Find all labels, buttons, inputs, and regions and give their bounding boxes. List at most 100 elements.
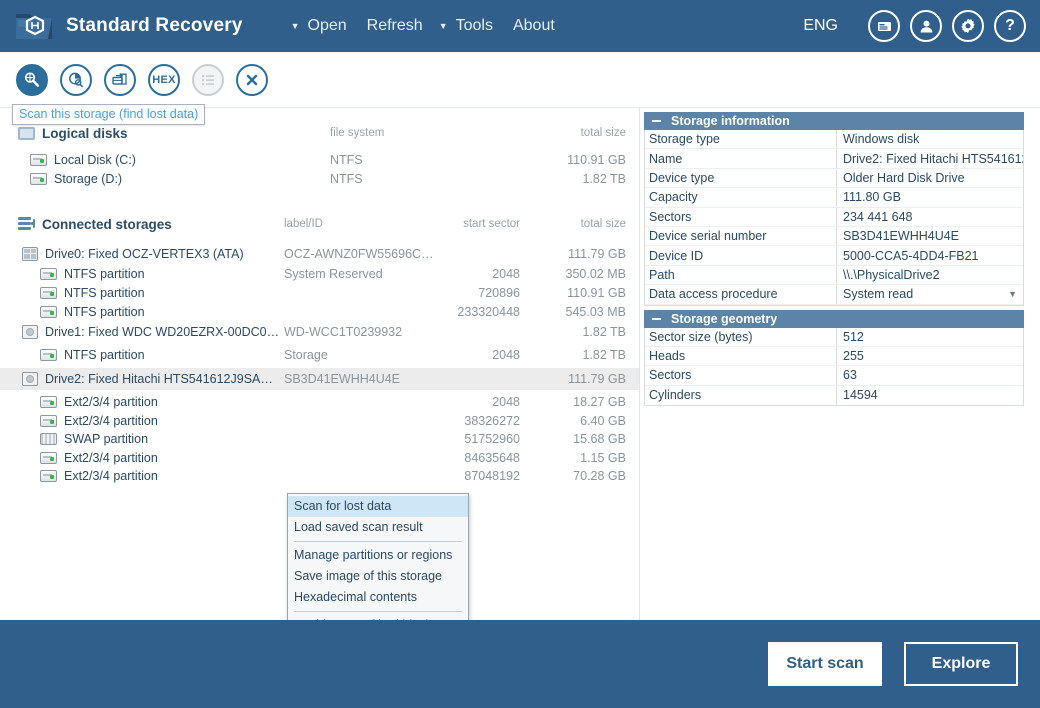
info-key: Sectors xyxy=(645,208,837,226)
storage-name: NTFS partition xyxy=(64,348,145,362)
geometry-value: 14594 xyxy=(837,386,1023,405)
storage-size: 6.40 GB xyxy=(520,414,626,428)
drive-grid-icon xyxy=(22,247,38,261)
geometry-row: Cylinders14594 xyxy=(645,386,1023,405)
start-scan-button[interactable]: Start scan xyxy=(768,642,882,686)
storage-stack-icon xyxy=(18,217,35,231)
storage-sector: 84635648 xyxy=(420,451,520,465)
context-menu-item-save-image-of-this-storage[interactable]: Save image of this storage xyxy=(288,566,468,587)
table-row[interactable]: NTFS partition System Reserved 2048 350.… xyxy=(0,264,640,283)
user-account-icon[interactable] xyxy=(910,10,942,42)
geometry-row: Sectors63 xyxy=(645,366,1023,385)
connected-storages-title: Connected storages xyxy=(42,217,172,232)
storage-sector: 233320448 xyxy=(420,305,520,319)
table-row[interactable]: Ext2/3/4 partition 38326272 6.40 GB xyxy=(0,412,640,431)
info-row: Device typeOlder Hard Disk Drive xyxy=(645,169,1023,188)
storage-name: Ext2/3/4 partition xyxy=(64,469,158,483)
storage-label: OCZ-AWNZ0FW55696C… xyxy=(284,247,444,261)
storage-name: SWAP partition xyxy=(64,432,148,446)
storage-geometry-header[interactable]: Storage geometry xyxy=(644,310,1024,328)
table-row[interactable]: Ext2/3/4 partition 2048 18.27 GB xyxy=(0,393,640,412)
storage-size: 111.79 GB xyxy=(520,247,626,261)
info-key: Path xyxy=(645,266,837,284)
list-view-icon[interactable] xyxy=(192,64,224,96)
chevron-down-icon[interactable]: ▼ xyxy=(1008,289,1017,299)
menu-item-tools[interactable]: Tools xyxy=(446,13,503,39)
table-row[interactable]: NTFS partition 233320448 545.03 MB xyxy=(0,302,640,321)
info-value: Windows disk xyxy=(837,130,1023,148)
messages-icon[interactable] xyxy=(868,10,900,42)
table-row[interactable]: Drive0: Fixed OCZ-VERTEX3 (ATA) OCZ-AWNZ… xyxy=(0,243,640,264)
header-actions: ENG ? xyxy=(803,10,1026,42)
info-value: 111.80 GB xyxy=(837,188,1023,206)
application-window: Standard Recovery ▼ Open Refresh ▼ Tools… xyxy=(0,0,1040,708)
table-row[interactable]: Ext2/3/4 partition 84635648 1.15 GB xyxy=(0,449,640,468)
list-item[interactable]: Storage (D:) NTFS 1.82 TB xyxy=(0,169,640,188)
table-row[interactable]: NTFS partition 720896 110.91 GB xyxy=(0,283,640,302)
table-row[interactable]: Ext2/3/4 partition 87048192 70.28 GB xyxy=(0,467,640,486)
close-storage-icon[interactable] xyxy=(236,64,268,96)
context-menu-item-enable-map-of-bad-blocks[interactable]: Enable map of bad blocks xyxy=(288,615,468,620)
storage-information-header[interactable]: Storage information xyxy=(644,112,1024,130)
partition-icon xyxy=(40,349,57,361)
info-row: NameDrive2: Fixed Hitachi HTS541612J9SA0 xyxy=(645,149,1023,168)
logical-disks-col-fs: file system xyxy=(330,127,420,139)
storage-size: 15.68 GB xyxy=(520,432,626,446)
disk-name: Local Disk (C:) xyxy=(54,153,136,167)
partition-icon xyxy=(40,287,57,299)
storage-size: 1.15 GB xyxy=(520,451,626,465)
menu-item-about[interactable]: About xyxy=(503,13,565,39)
geometry-row: Sector size (bytes)512 xyxy=(645,328,1023,347)
hex-label: HEX xyxy=(152,74,176,86)
storage-name: NTFS partition xyxy=(64,286,145,300)
storage-geometry-title: Storage geometry xyxy=(671,312,777,326)
context-menu-item-manage-partitions-or-regions[interactable]: Manage partitions or regions xyxy=(288,545,468,566)
storage-label: WD-WCC1T0239932 xyxy=(284,325,444,339)
connected-storages-header[interactable]: Connected storages label/ID start sector… xyxy=(0,211,640,237)
geometry-value: 255 xyxy=(837,347,1023,365)
collapse-minus-icon[interactable] xyxy=(652,318,661,320)
disk-size: 110.91 GB xyxy=(520,153,626,167)
table-row-selected[interactable]: Drive2: Fixed Hitachi HTS541612J9SA… SB3… xyxy=(0,368,640,390)
table-row[interactable]: SWAP partition 51752960 15.68 GB xyxy=(0,430,640,449)
storage-name: NTFS partition xyxy=(64,267,145,281)
storage-size: 1.82 TB xyxy=(520,325,626,339)
info-value: System read xyxy=(843,287,913,301)
storage-sector: 87048192 xyxy=(420,469,520,483)
menu-item-open[interactable]: Open xyxy=(298,13,357,39)
storage-sector: 2048 xyxy=(420,395,520,409)
disk-analysis-icon[interactable] xyxy=(60,64,92,96)
info-row: Sectors234 441 648 xyxy=(645,208,1023,227)
partition-icon xyxy=(40,452,57,464)
storage-tree-panel: Logical disks file system total size Loc… xyxy=(0,108,640,620)
scan-storage-icon[interactable] xyxy=(16,64,48,96)
save-disk-image-icon[interactable] xyxy=(104,64,136,96)
storage-geometry-panel: Storage geometry Sector size (bytes)512 … xyxy=(644,310,1024,407)
col-total-size: total size xyxy=(520,218,626,230)
collapse-minus-icon[interactable] xyxy=(652,120,661,122)
explore-button[interactable]: Explore xyxy=(904,642,1018,686)
table-row[interactable]: Drive1: Fixed WDC WD20EZRX-00DC0… WD-WCC… xyxy=(0,321,640,342)
info-row: Path\\.\PhysicalDrive2 xyxy=(645,266,1023,285)
data-access-procedure-select[interactable]: System read ▼ xyxy=(837,285,1023,303)
disk-size: 1.82 TB xyxy=(520,172,626,186)
info-value: Drive2: Fixed Hitachi HTS541612J9SA0 xyxy=(837,149,1023,167)
list-item[interactable]: Local Disk (C:) NTFS 110.91 GB xyxy=(0,150,640,169)
context-menu-item-hexadecimal-contents[interactable]: Hexadecimal contents xyxy=(288,587,468,608)
table-row[interactable]: NTFS partition Storage 2048 1.82 TB xyxy=(0,345,640,364)
info-row-data-access-procedure: Data access procedure System read ▼ xyxy=(645,285,1023,304)
storage-information-title: Storage information xyxy=(671,114,790,128)
hex-viewer-icon[interactable]: HEX xyxy=(148,64,180,96)
language-selector[interactable]: ENG xyxy=(803,17,838,35)
info-key: Device serial number xyxy=(645,227,837,245)
swap-icon xyxy=(40,433,57,445)
menu-item-refresh[interactable]: Refresh xyxy=(357,13,433,39)
storage-information-panel: Storage information Storage typeWindows … xyxy=(644,112,1024,306)
settings-gear-icon[interactable] xyxy=(952,10,984,42)
context-menu-separator xyxy=(294,611,462,612)
toolbar: HEX xyxy=(0,52,1040,108)
context-menu-item-scan-for-lost-data[interactable]: Scan for lost data xyxy=(288,496,468,517)
help-question-icon[interactable]: ? xyxy=(994,10,1026,42)
context-menu-item-load-saved-scan-result[interactable]: Load saved scan result xyxy=(288,517,468,538)
monitor-icon xyxy=(18,127,35,140)
